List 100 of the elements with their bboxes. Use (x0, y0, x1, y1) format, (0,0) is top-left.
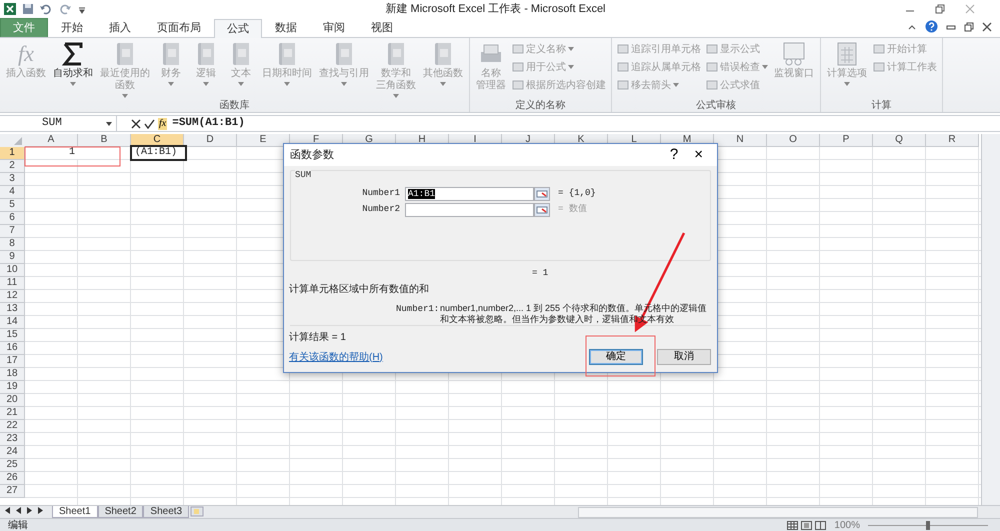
row-header[interactable]: 10 (0, 264, 25, 277)
zoom-level[interactable]: 100% (834, 518, 860, 531)
row-header[interactable]: 5 (0, 199, 25, 212)
row-header[interactable]: 16 (0, 342, 25, 355)
column-header[interactable]: E (237, 134, 290, 147)
annotation-frame (586, 336, 656, 376)
dialog-button[interactable]: 确定 (589, 349, 643, 365)
argument-label: Number2 (361, 203, 401, 216)
ribbon-tab[interactable]: 数据 (262, 18, 310, 37)
help-link[interactable]: 有关该函数的帮助(H) (289, 350, 383, 364)
vertical-scrollbar[interactable] (981, 134, 1000, 505)
help-button[interactable]: ? (662, 146, 686, 164)
save-icon[interactable] (22, 3, 34, 15)
restore-icon[interactable] (964, 22, 974, 32)
sheet-tab[interactable]: Sheet2 (98, 506, 144, 518)
row-header[interactable]: 19 (0, 381, 25, 394)
row-header[interactable]: 26 (0, 472, 25, 485)
row-header[interactable]: 21 (0, 407, 25, 420)
ribbon-tab[interactable]: 审阅 (310, 18, 358, 37)
row-header[interactable]: 24 (0, 446, 25, 459)
formula-field[interactable]: =SUM(A1:B1) (167, 115, 245, 132)
page-layout-icon[interactable] (801, 520, 812, 530)
column-header[interactable]: P (820, 134, 873, 147)
name-box[interactable]: SUM (0, 115, 117, 132)
horizontal-scrollbar[interactable] (578, 507, 978, 518)
group-label: 公式审核 (695, 99, 737, 112)
row-header[interactable]: 4 (0, 186, 25, 199)
insert-function-button[interactable]: fx (158, 118, 168, 130)
column-header[interactable]: O (767, 134, 820, 147)
function-icon: fx (18, 40, 34, 68)
active-cell[interactable]: (A1:B1) (132, 147, 185, 159)
row-header[interactable]: 15 (0, 329, 25, 342)
row-header[interactable]: 3 (0, 173, 25, 186)
small-tool-icon (706, 61, 718, 73)
row-header[interactable]: 11 (0, 277, 25, 290)
close-button[interactable]: × (686, 146, 711, 164)
column-header[interactable]: R (926, 134, 979, 147)
column-header[interactable]: B (78, 134, 131, 147)
column-header[interactable]: Q (873, 134, 926, 147)
dialog-button[interactable]: 取消 (657, 349, 711, 365)
ribbon-tab[interactable]: 公式 (214, 19, 262, 38)
small-tool-icon (873, 61, 885, 73)
page-break-icon[interactable] (815, 520, 826, 530)
row-header[interactable]: 8 (0, 238, 25, 251)
row-header[interactable]: 20 (0, 394, 25, 407)
sheet-tab[interactable]: Sheet3 (143, 506, 190, 518)
row-header[interactable]: 1 (0, 147, 25, 160)
collapse-dialog-icon[interactable] (534, 203, 550, 218)
row-header[interactable]: 25 (0, 459, 25, 472)
small-tool-icon (617, 79, 629, 91)
row-header[interactable]: 9 (0, 251, 25, 264)
column-header[interactable]: N (714, 134, 767, 147)
excel-logo-icon[interactable] (3, 2, 17, 16)
normal-view-icon[interactable] (787, 520, 798, 530)
ribbon-tab[interactable]: 插入 (96, 18, 144, 37)
small-tool-icon (706, 79, 718, 91)
row-header[interactable]: 22 (0, 420, 25, 433)
status-mode: 编辑 (8, 518, 28, 531)
row-header[interactable]: 18 (0, 368, 25, 381)
help-icon[interactable] (925, 20, 938, 33)
formula-result: = 1 (532, 266, 550, 280)
row-header[interactable]: 13 (0, 303, 25, 316)
group-label: 计算 (870, 99, 892, 112)
enter-icon[interactable] (144, 118, 155, 128)
function-description: 计算单元格区域中所有数值的和 (289, 282, 430, 297)
row-header[interactable]: 6 (0, 212, 25, 225)
small-tool-icon (512, 79, 524, 91)
window-title: 新建 Microsoft Excel 工作表 - Microsoft Excel (384, 2, 607, 17)
ribbon-button[interactable]: 自动求和 (50, 40, 96, 99)
collapse-dialog-icon[interactable] (534, 187, 550, 202)
small-tool-icon (512, 61, 524, 73)
argument-field[interactable] (405, 203, 534, 218)
calc-result: 计算结果 = 1 (289, 330, 347, 345)
row-header[interactable]: 12 (0, 290, 25, 303)
group-label: 函数库 (218, 99, 250, 112)
cancel-icon[interactable] (131, 118, 141, 128)
row-header[interactable]: 17 (0, 355, 25, 368)
small-tool-icon (873, 43, 885, 55)
slider-thumb[interactable] (926, 520, 930, 530)
small-tool-icon (617, 43, 629, 55)
row-header[interactable]: 23 (0, 433, 25, 446)
argument-result: = 数值 (557, 203, 587, 216)
row-header[interactable]: 2 (0, 160, 25, 173)
row-header[interactable]: 7 (0, 225, 25, 238)
argument-field[interactable]: A1:B1 (405, 187, 534, 202)
close-icon[interactable] (982, 22, 992, 32)
row-header[interactable]: 14 (0, 316, 25, 329)
restore-icon[interactable] (934, 3, 946, 15)
sheet-tab[interactable]: Sheet1 (52, 506, 98, 518)
undo-icon[interactable] (39, 3, 53, 15)
dropdown-icon[interactable] (106, 122, 112, 126)
column-header[interactable]: D (184, 134, 237, 147)
row-header[interactable]: 27 (0, 485, 25, 498)
ribbon-tab[interactable]: 开始 (48, 18, 96, 37)
argument-label: Number1 (361, 187, 401, 200)
argument-help-label: Number1: (396, 303, 440, 316)
ribbon-tab[interactable]: 页面布局 (144, 18, 214, 37)
small-tool-icon (706, 43, 718, 55)
ribbon-tab[interactable]: 视图 (358, 18, 406, 37)
column-header[interactable]: A (25, 134, 78, 147)
